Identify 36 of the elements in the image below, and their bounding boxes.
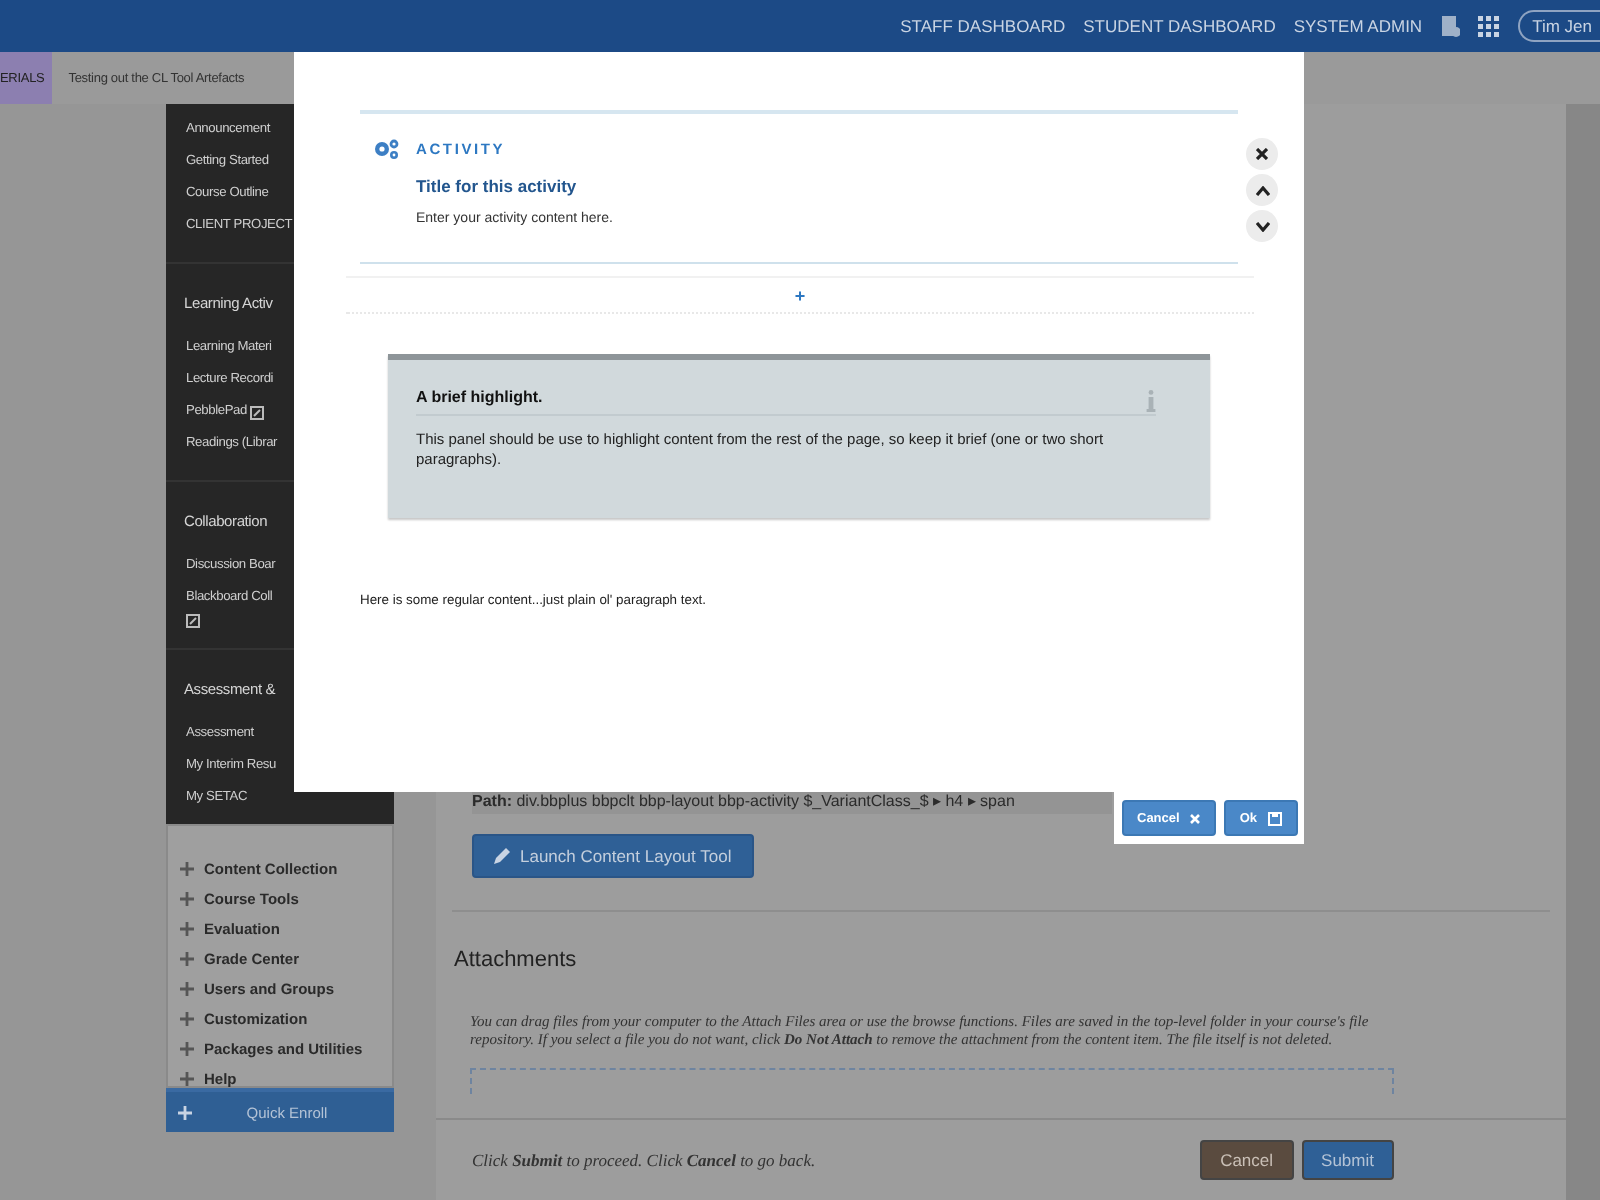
nav-link[interactable]: SYSTEM ADMIN xyxy=(1293,16,1423,36)
launch-button[interactable]: Launch Content Layout Tool xyxy=(472,834,754,878)
submit-button[interactable]: Submit xyxy=(1301,1140,1394,1180)
plus-icon xyxy=(180,952,194,966)
plus-icon xyxy=(180,1072,194,1086)
section-heading: Attachments xyxy=(454,948,579,972)
activity-title: Title for this activity xyxy=(416,176,579,196)
gears-icon xyxy=(374,138,400,160)
info-icon xyxy=(1146,390,1156,412)
apps-grid-icon xyxy=(1478,15,1501,37)
chevron-up-icon xyxy=(1255,185,1269,195)
plus-icon xyxy=(180,862,194,876)
move-up-button[interactable] xyxy=(1246,174,1278,206)
plus-icon xyxy=(180,922,194,936)
footer-text: Click Submit to proceed. Click Cancel to go back. xyxy=(472,1150,818,1170)
close-button[interactable] xyxy=(1246,138,1278,170)
move-down-button[interactable] xyxy=(1246,210,1278,242)
external-link-icon xyxy=(186,614,200,628)
cancel-button[interactable]: Cancel xyxy=(1200,1140,1294,1180)
add-block-button[interactable]: + xyxy=(770,285,830,305)
plus-icon xyxy=(180,892,194,906)
highlight-title: A brief highlight. xyxy=(416,388,543,406)
user-menu[interactable]: Tim Jen xyxy=(1518,10,1600,42)
pencil-icon xyxy=(494,848,510,864)
document-icon xyxy=(1440,14,1461,38)
chevron-down-icon xyxy=(1255,221,1269,231)
plus-icon xyxy=(180,982,194,996)
nav-link[interactable]: STAFF DASHBOARD xyxy=(900,16,1066,36)
save-icon xyxy=(1267,811,1281,825)
plus-icon xyxy=(178,1105,192,1119)
plus-icon xyxy=(180,1042,194,1056)
external-link-icon xyxy=(250,405,265,419)
close-icon xyxy=(1189,813,1200,823)
plus-icon xyxy=(180,1012,194,1026)
close-icon xyxy=(1256,148,1268,160)
nav-link[interactable]: STUDENT DASHBOARD xyxy=(1083,16,1276,36)
